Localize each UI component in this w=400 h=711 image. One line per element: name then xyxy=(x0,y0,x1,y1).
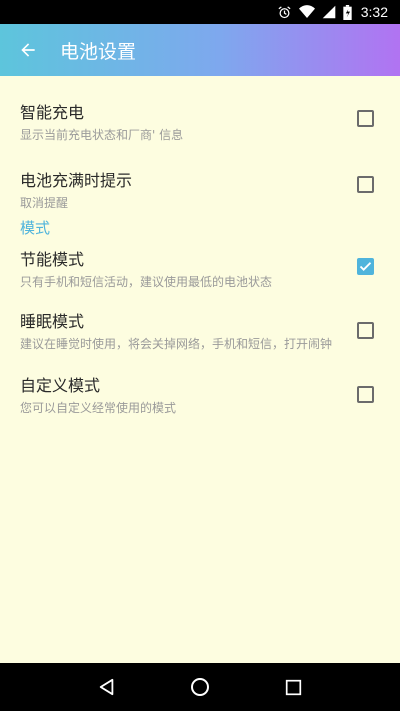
setting-sleep-mode[interactable]: 睡眠模式 建议在睡觉时使用，将会关掉网络，手机和短信，打开闹钟 xyxy=(0,311,400,353)
setting-custom-mode[interactable]: 自定义模式 您可以自定义经常使用的模式 xyxy=(0,375,400,417)
setting-title: 睡眠模式 xyxy=(20,312,85,331)
app-bar: 电池设置 xyxy=(0,24,400,76)
arrow-back-icon xyxy=(21,43,35,57)
setting-desc: 取消提醒 xyxy=(20,196,69,210)
custom-mode-checkbox[interactable] xyxy=(357,386,374,403)
signal-icon xyxy=(322,5,336,19)
setting-smart-charge[interactable]: 智能充电 显示当前充电状态和厂商' 信息 xyxy=(0,102,400,144)
setting-desc: 您可以自定义经常使用的模式 xyxy=(20,401,177,415)
status-time: 3:32 xyxy=(360,4,388,20)
home-circle-icon xyxy=(190,678,209,696)
setting-power-save[interactable]: 节能模式 只有手机和短信活动，建议使用最低的电池状态 xyxy=(0,249,400,291)
sleep-mode-checkbox[interactable] xyxy=(357,322,374,339)
nav-back-button[interactable] xyxy=(87,667,127,707)
smart-charge-checkbox[interactable] xyxy=(357,110,374,127)
navigation-bar xyxy=(0,663,400,711)
status-bar: 3:32 xyxy=(0,0,400,24)
setting-title: 智能充电 xyxy=(20,103,85,122)
setting-desc: 只有手机和短信活动，建议使用最低的电池状态 xyxy=(20,275,273,289)
setting-desc: 显示当前充电状态和厂商' 信息 xyxy=(20,128,184,142)
setting-title: 节能模式 xyxy=(20,250,85,269)
back-button[interactable] xyxy=(0,24,56,76)
section-header-modes: 模式 xyxy=(20,219,51,237)
power-save-checkbox[interactable] xyxy=(357,258,374,275)
setting-title: 自定义模式 xyxy=(20,376,101,395)
full-charge-alert-checkbox[interactable] xyxy=(357,176,374,193)
checkmark-icon xyxy=(359,262,372,271)
nav-home-button[interactable] xyxy=(180,667,220,707)
page-title: 电池设置 xyxy=(60,40,137,63)
setting-desc: 建议在睡觉时使用，将会关掉网络，手机和短信，打开闹钟 xyxy=(20,337,333,351)
wifi-icon xyxy=(298,5,315,19)
alarm-icon xyxy=(277,5,292,20)
recents-square-icon xyxy=(285,679,301,695)
setting-title: 电池充满时提示 xyxy=(20,171,133,190)
nav-recents-button[interactable] xyxy=(273,667,313,707)
setting-full-charge-alert[interactable]: 电池充满时提示 取消提醒 xyxy=(0,170,400,212)
settings-list: 智能充电 显示当前充电状态和厂商' 信息 电池充满时提示 取消提醒 模式 节能模… xyxy=(0,76,400,417)
back-triangle-icon xyxy=(99,678,113,696)
battery-icon xyxy=(343,4,352,20)
